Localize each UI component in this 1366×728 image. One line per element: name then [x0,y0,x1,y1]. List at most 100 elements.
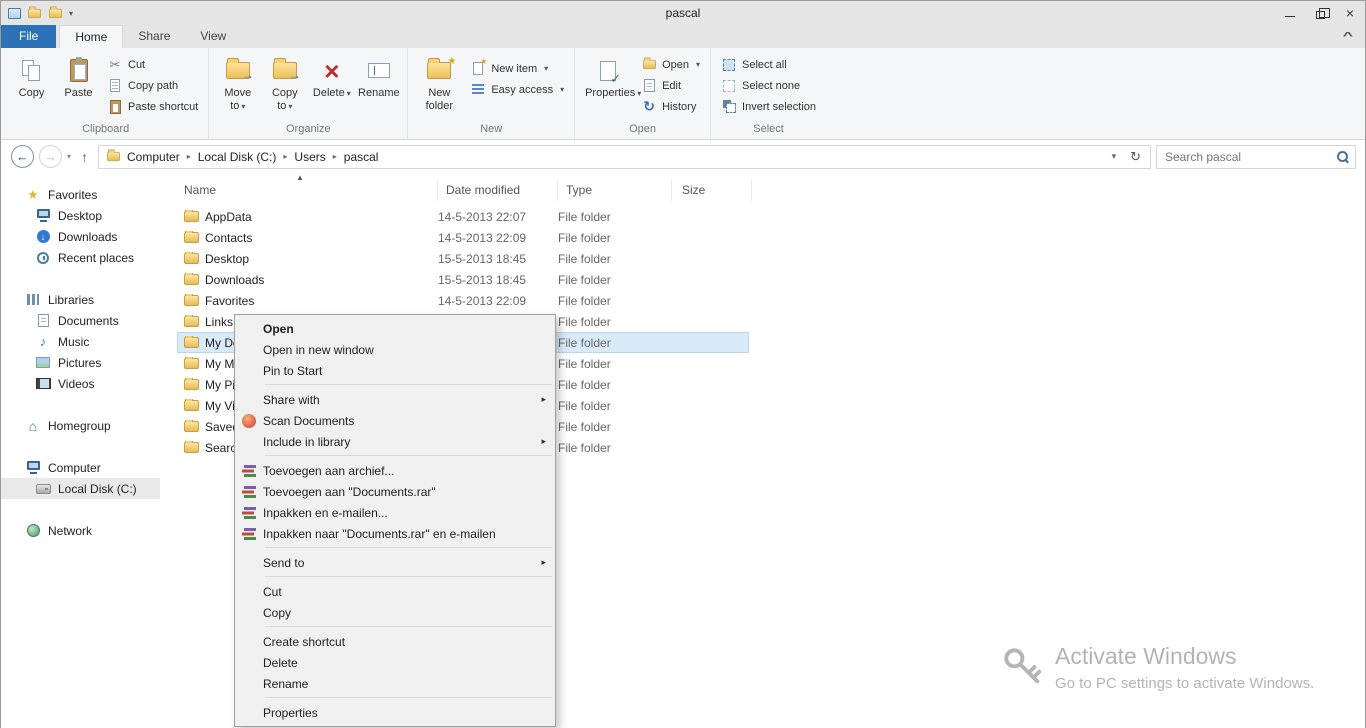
qat-folder-icon-2[interactable] [49,5,62,18]
refresh-icon[interactable]: ↻ [1123,149,1148,165]
copy-button[interactable]: Copy [8,52,55,102]
breadcrumb-pascal[interactable]: pascal [338,148,385,166]
sidebar-item-pictures[interactable]: Pictures [1,352,177,373]
invert-selection-button[interactable]: Invert selection [716,96,821,117]
sort-ascending-icon[interactable]: ▲ [296,173,304,182]
folder-icon [184,272,199,285]
sidebar-item-local-disk-c[interactable]: Local Disk (C:) [1,478,160,499]
select-all-label: Select all [742,58,787,71]
context-menu-item-open[interactable]: Open [235,318,555,339]
navigation-pane: ★ Favorites Desktop ↓ Downloads Recent p… [1,173,177,728]
quick-access-toolbar: ▾ [1,5,73,19]
sidebar-label: Libraries [48,292,95,307]
column-header-date-modified[interactable]: Date modified [438,179,558,201]
context-menu-item-properties[interactable]: Properties [235,702,555,723]
context-menu-item-open-in-new-window[interactable]: Open in new window [235,339,555,360]
open-button[interactable]: Open ▾ [636,54,705,75]
history-button[interactable]: ↻ History [636,96,705,117]
context-menu-item-compress-to-documents-rar-and-email[interactable]: Inpakken naar "Documents.rar" en e-maile… [235,523,555,544]
collapse-ribbon-icon[interactable]: ^ [1343,31,1354,42]
column-header-name[interactable]: Name [177,179,438,201]
context-menu-item-rename[interactable]: Rename [235,673,555,694]
scanner-icon [242,413,256,428]
table-row[interactable]: Contacts 14-5-2013 22:09 File folder [177,227,749,248]
context-menu-item-scan-documents[interactable]: Scan Documents [235,410,555,431]
context-menu-item-cut[interactable]: Cut [235,581,555,602]
explorer-icon[interactable] [8,7,21,19]
tab-share[interactable]: Share [123,25,185,48]
sidebar-item-downloads[interactable]: ↓ Downloads [1,226,177,247]
context-menu-item-compress-and-email[interactable]: Inpakken en e-mailen... [235,502,555,523]
history-label: History [662,100,697,113]
context-menu-item-send-to[interactable]: Send to ▸ [235,552,555,573]
back-button[interactable]: ← [11,145,34,168]
sidebar-item-favorites[interactable]: ★ Favorites [1,184,177,205]
cut-button[interactable]: ✂ Cut [102,54,203,75]
sidebar-item-recent-places[interactable]: Recent places [1,247,177,268]
file-name: Contacts [205,230,253,245]
tab-view[interactable]: View [185,25,241,48]
close-button[interactable]: × [1335,1,1365,25]
context-menu-item-pin-to-start[interactable]: Pin to Start [235,360,555,381]
sidebar-item-desktop[interactable]: Desktop [1,205,177,226]
select-none-button[interactable]: Select none [716,75,821,96]
sidebar-label: Desktop [58,208,103,223]
select-all-button[interactable]: Select all [716,54,821,75]
breadcrumb-computer[interactable]: Computer [121,148,186,166]
paste-button[interactable]: Paste [55,52,102,102]
sidebar-item-music[interactable]: ♪ Music [1,331,177,352]
search-input[interactable] [1165,149,1336,164]
context-menu-item-include-in-library[interactable]: Include in library ▸ [235,431,555,452]
ribbon-group-select: Select all Select none Invert selection … [710,48,826,139]
address-bar[interactable]: Computer ▸ Local Disk (C:) ▸ Users ▸ pas… [98,144,1151,169]
context-menu-item-add-to-documents-rar[interactable]: Toevoegen aan "Documents.rar" [235,481,555,502]
file-date: 14-5-2013 22:09 [438,230,527,245]
sidebar-item-network[interactable]: Network [1,520,177,541]
tab-file[interactable]: File [1,25,57,48]
clock-icon [35,250,51,266]
copy-path-button[interactable]: Copy path [102,75,203,96]
menu-separator [265,626,552,627]
context-menu-item-add-to-archive[interactable]: Toevoegen aan archief... [235,460,555,481]
sidebar-item-videos[interactable]: Videos [1,373,177,394]
breadcrumb-local-disk[interactable]: Local Disk (C:) [192,148,283,166]
search-icon[interactable] [1336,150,1349,163]
address-chevron-down-icon[interactable]: ▾ [1105,151,1124,162]
context-menu-item-share-with[interactable]: Share with ▸ [235,389,555,410]
new-folder-button[interactable]: New folder [413,52,465,115]
table-row[interactable]: Favorites 14-5-2013 22:09 File folder [177,290,749,311]
forward-button[interactable]: → [39,145,62,168]
paste-shortcut-icon [107,99,123,115]
context-menu-item-delete[interactable]: Delete [235,652,555,673]
table-row[interactable]: AppData 14-5-2013 22:07 File folder [177,206,749,227]
paste-shortcut-button[interactable]: Paste shortcut [102,96,203,117]
delete-button[interactable]: × Delete ▾ [308,52,355,102]
table-row[interactable]: Downloads 15-5-2013 18:45 File folder [177,269,749,290]
sidebar-item-documents[interactable]: Documents [1,310,177,331]
recent-locations-chevron-icon[interactable]: ▾ [67,152,71,161]
qat-folder-icon-1[interactable] [28,5,41,18]
sidebar-item-libraries[interactable]: Libraries [1,289,177,310]
rename-button[interactable]: Rename [355,52,402,102]
properties-button[interactable]: Properties▾ [580,52,641,102]
sidebar-item-computer[interactable]: Computer [1,457,177,478]
copy-to-button[interactable]: Copy to▾ [261,52,308,115]
edit-button[interactable]: Edit [636,75,705,96]
qat-chevron-down-icon[interactable]: ▾ [69,9,73,18]
table-row[interactable]: Desktop 15-5-2013 18:45 File folder [177,248,749,269]
new-item-button[interactable]: New item ▾ [465,57,569,79]
context-menu-item-create-shortcut[interactable]: Create shortcut [235,631,555,652]
music-icon: ♪ [39,334,47,349]
sidebar-item-homegroup[interactable]: ⌂ Homegroup [1,415,177,436]
move-to-button[interactable]: Move to▾ [214,52,261,115]
minimize-button[interactable] [1275,1,1305,25]
column-header-type[interactable]: Type [558,179,672,201]
restore-button[interactable] [1305,1,1335,25]
column-header-size[interactable]: Size [672,179,752,201]
context-menu-item-copy[interactable]: Copy [235,602,555,623]
tab-home[interactable]: Home [59,25,124,48]
up-button[interactable]: ↑ [76,149,93,165]
easy-access-button[interactable]: Easy access ▾ [465,79,569,100]
breadcrumb-users[interactable]: Users [288,148,331,166]
star-icon: ★ [27,186,39,202]
